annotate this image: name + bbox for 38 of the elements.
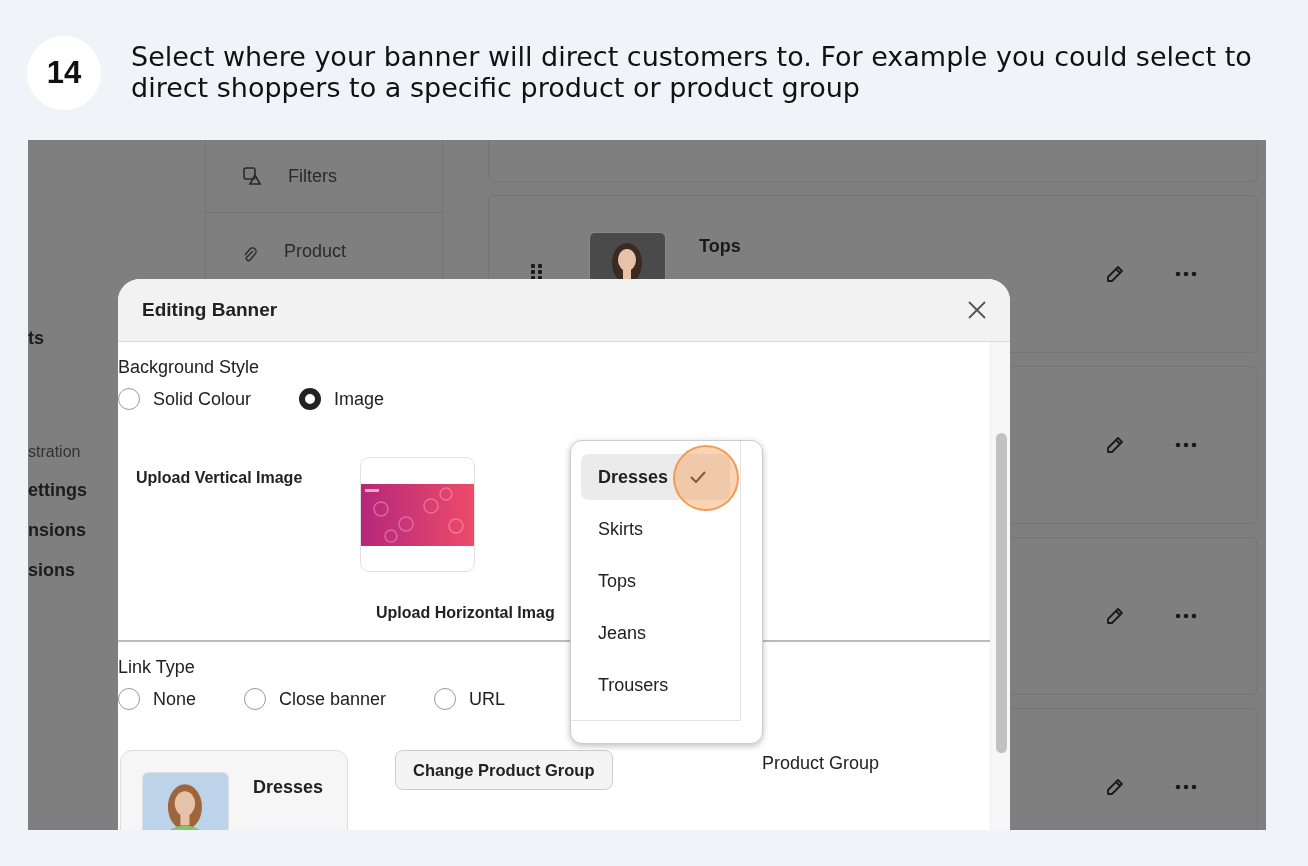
pencil-icon[interactable] — [1105, 435, 1125, 455]
menu-item[interactable]: Jeans — [581, 610, 730, 656]
pencil-icon[interactable] — [1105, 264, 1125, 284]
radio-option[interactable]: None — [118, 688, 197, 710]
paperclip-icon — [242, 247, 258, 263]
more-icon[interactable] — [1175, 442, 1197, 448]
step-instruction: Select where your banner will direct customers to. For example you could select to direct shoppers to a specific product or product group — [131, 41, 1253, 103]
radio-option[interactable]: Solid Colour — [118, 388, 252, 410]
drag-handle-icon[interactable] — [531, 264, 543, 280]
radio-option[interactable]: Close banner — [244, 688, 387, 710]
product-group-name: Dresses — [253, 777, 324, 799]
menu-item[interactable]: Dresses — [581, 454, 730, 500]
radio-option[interactable]: Image — [299, 388, 385, 410]
menu-item[interactable]: Skirts — [581, 506, 730, 552]
image-icon — [242, 166, 262, 186]
upload-label: Upload Horizontal Imag — [376, 604, 555, 621]
scrollbar[interactable] — [990, 342, 1010, 830]
menu-item[interactable]: Trousers — [581, 662, 730, 708]
menu-item[interactable]: Tops — [581, 558, 730, 604]
field-label: Link Type — [118, 657, 195, 678]
change-product-group-button[interactable]: Change Product Group — [395, 750, 613, 790]
close-icon[interactable] — [968, 301, 986, 319]
card-title: Tops — [699, 236, 741, 257]
field-label: Background Style — [118, 357, 260, 378]
check-icon — [690, 471, 707, 483]
image-preview[interactable] — [360, 457, 475, 572]
more-icon[interactable] — [1175, 271, 1197, 277]
dialog-title: Editing Banner — [142, 299, 278, 321]
radio-option[interactable]: Product Group — [762, 753, 880, 774]
upload-label: Upload Vertical Image — [136, 469, 304, 488]
step-badge: 14 — [27, 36, 101, 110]
nav-item[interactable]: Product — [284, 241, 347, 262]
radio-option[interactable]: URL — [434, 688, 506, 710]
pencil-icon[interactable] — [1105, 606, 1125, 626]
more-icon[interactable] — [1175, 613, 1197, 619]
more-icon[interactable] — [1175, 784, 1197, 790]
nav-item[interactable]: Filters — [288, 165, 337, 187]
pencil-icon[interactable] — [1105, 777, 1125, 797]
